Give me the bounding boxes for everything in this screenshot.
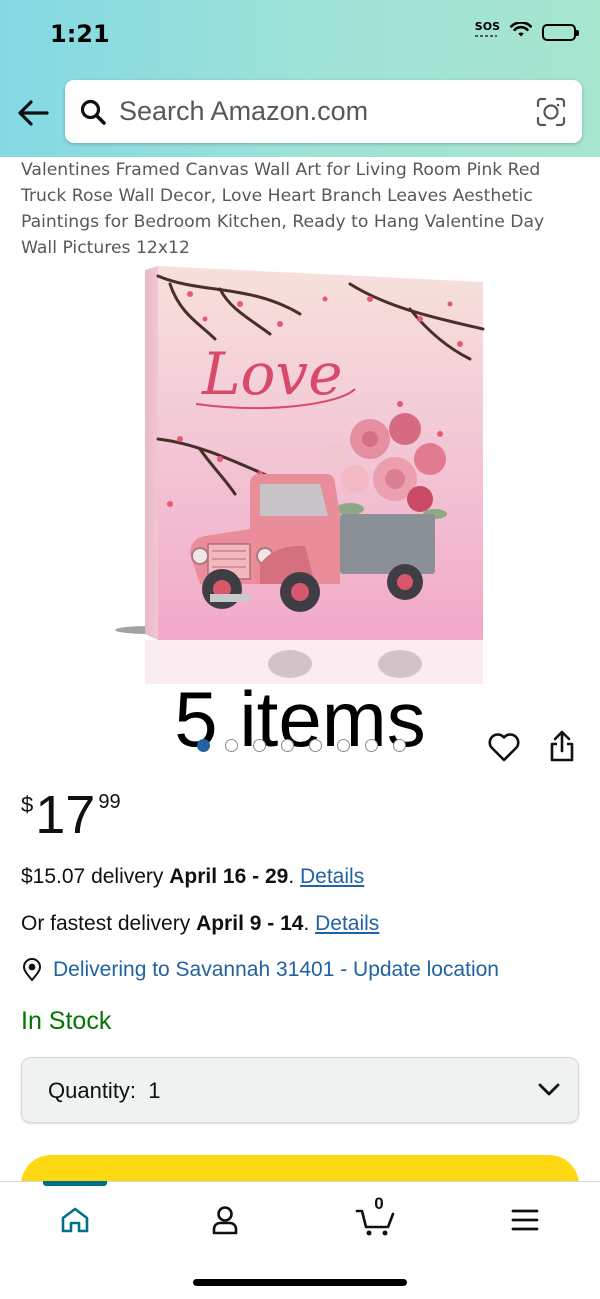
delivery-location[interactable]: Delivering to Savannah 31401 - Update lo…	[21, 958, 499, 982]
delivery-dates: April 16 - 29	[169, 865, 289, 888]
person-icon	[212, 1206, 238, 1235]
product-title[interactable]: Valentines Framed Canvas Wall Art for Li…	[21, 157, 581, 261]
menu-icon	[511, 1209, 539, 1231]
image-love-text: Love	[201, 340, 343, 408]
quantity-selector[interactable]: Quantity: 1	[21, 1057, 579, 1123]
carousel-dot[interactable]	[393, 739, 406, 752]
nav-menu[interactable]	[495, 1200, 555, 1240]
app-header: 1:21 SOS	[0, 0, 600, 157]
price-fraction: 99	[98, 791, 121, 813]
quantity-label-text: Quantity:	[48, 1078, 137, 1103]
status-indicators: SOS	[475, 21, 579, 42]
nav-account[interactable]	[195, 1200, 255, 1240]
carousel-dot[interactable]	[197, 739, 210, 752]
fastest-delivery: Or fastest delivery April 9 - 14. Detail…	[21, 912, 379, 936]
quantity-value: 1	[148, 1078, 161, 1103]
fastest-delivery-dates: April 9 - 14	[196, 912, 304, 935]
wishlist-button[interactable]	[487, 731, 521, 767]
fastest-details-link[interactable]: Details	[315, 912, 379, 935]
standard-delivery: $15.07 delivery April 16 - 29. Details	[21, 865, 364, 889]
fastest-delivery-text: Or fastest delivery	[21, 912, 197, 935]
search-input[interactable]	[119, 80, 519, 143]
chevron-down-icon	[538, 1082, 560, 1101]
wifi-icon	[510, 21, 532, 42]
home-icon	[61, 1207, 89, 1233]
quantity-label: Quantity: 1	[48, 1058, 161, 1124]
carousel-dot[interactable]	[225, 739, 238, 752]
active-tab-indicator	[43, 1181, 107, 1186]
carousel-dot[interactable]	[281, 739, 294, 752]
carousel-dot[interactable]	[337, 739, 350, 752]
battery-icon	[542, 23, 579, 41]
fastest-delivery-sep: .	[303, 912, 316, 935]
nav-cart[interactable]: 0	[346, 1194, 406, 1240]
location-pin-icon	[22, 958, 42, 982]
product-image[interactable]: Love	[110, 264, 510, 684]
share-button[interactable]	[548, 729, 576, 767]
price: $ 17 99	[21, 786, 121, 844]
camera-search-icon[interactable]	[536, 97, 566, 131]
home-indicator	[193, 1279, 407, 1286]
carousel-dot[interactable]	[365, 739, 378, 752]
share-icon	[550, 730, 574, 762]
back-arrow-icon	[18, 100, 49, 126]
stock-status: In Stock	[21, 1007, 112, 1035]
cart-count: 0	[374, 1194, 384, 1213]
nav-home[interactable]	[45, 1200, 105, 1240]
carousel-dot[interactable]	[309, 739, 322, 752]
price-whole: 17	[35, 785, 96, 845]
back-button[interactable]	[14, 94, 52, 132]
delivery-cost: $15.07 delivery	[21, 865, 170, 888]
delivery-location-text[interactable]: Delivering to Savannah 31401 - Update lo…	[53, 958, 499, 982]
sos-indicator: SOS	[475, 21, 500, 37]
delivery-sep: .	[288, 865, 300, 888]
status-time: 1:21	[50, 20, 110, 48]
heart-icon	[488, 733, 520, 762]
bottom-nav: 0	[0, 1181, 600, 1299]
price-currency: $	[21, 792, 34, 817]
carousel-dot[interactable]	[253, 739, 266, 752]
search-bar[interactable]	[65, 80, 582, 143]
search-icon	[80, 99, 106, 129]
delivery-details-link[interactable]: Details	[300, 865, 364, 888]
image-carousel-dots[interactable]	[197, 739, 406, 752]
